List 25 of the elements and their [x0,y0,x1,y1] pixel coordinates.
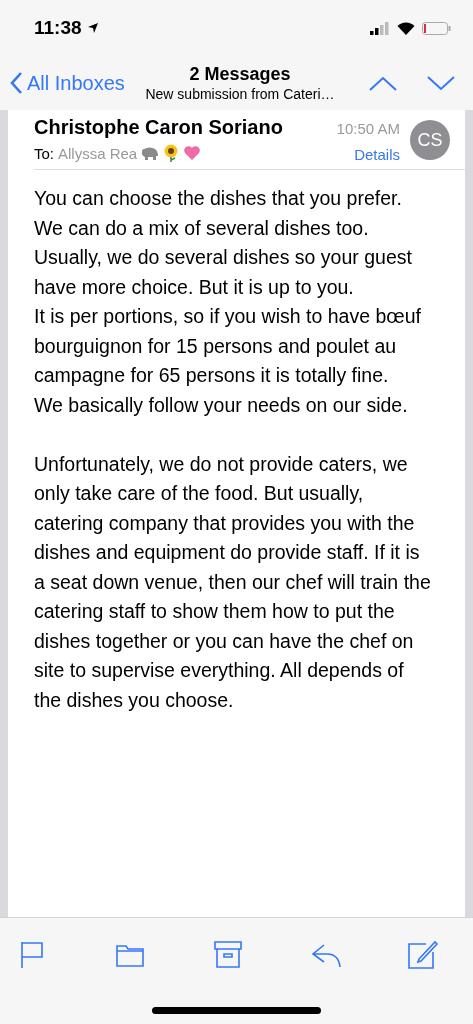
elephant-icon [141,145,160,161]
recipient-name: Allyssa Rea [58,144,138,162]
sender-avatar: CS [410,120,450,160]
status-time: 11:38 [34,17,82,39]
thread-title: 2 Messages [188,64,292,85]
message-time: 10:50 AM [336,120,400,137]
to-label: To: [34,144,54,162]
location-arrow-icon [86,22,99,34]
back-button[interactable]: All Inboxes [10,71,125,95]
thread-subject: New submission from Cateri… [144,86,336,102]
message-paragraph: Unfortunately, we do not provide caters, we only take care of the food. But usually, catering company that provides you with the dishes and equipment do provide staff. If it is a seat down venue, then our chef will train the catering staff to show them how to put the dishes together or you can have the chef on site to supervise everything. All depends of the dishes you choose. [34,451,432,713]
previous-message-icon[interactable] [369,75,397,91]
details-link[interactable]: Details [354,146,400,163]
back-chevron-icon [10,72,23,94]
sunflower-icon [163,144,180,162]
message-paragraph: It is per portions, so if you wish to have bœuf bourguignon for 15 persons and poulet au campagne for 65 persons it is totally fine. [34,304,422,388]
battery-icon [422,21,451,35]
heart-icon [183,145,202,161]
message-paragraph: You can choose the dishes that you prefer. We can do a mix of several dishes too. Usually, we do several dishes so your guest have more choice. But it is up to you. [34,186,413,300]
message-paragraph: We basically follow your needs on our side. [34,392,409,418]
signal-icon [370,21,390,35]
compose-button[interactable] [407,938,439,972]
wifi-icon [397,21,415,35]
sender-name: Christophe Caron Soriano [34,116,284,139]
next-message-icon[interactable] [427,75,455,91]
